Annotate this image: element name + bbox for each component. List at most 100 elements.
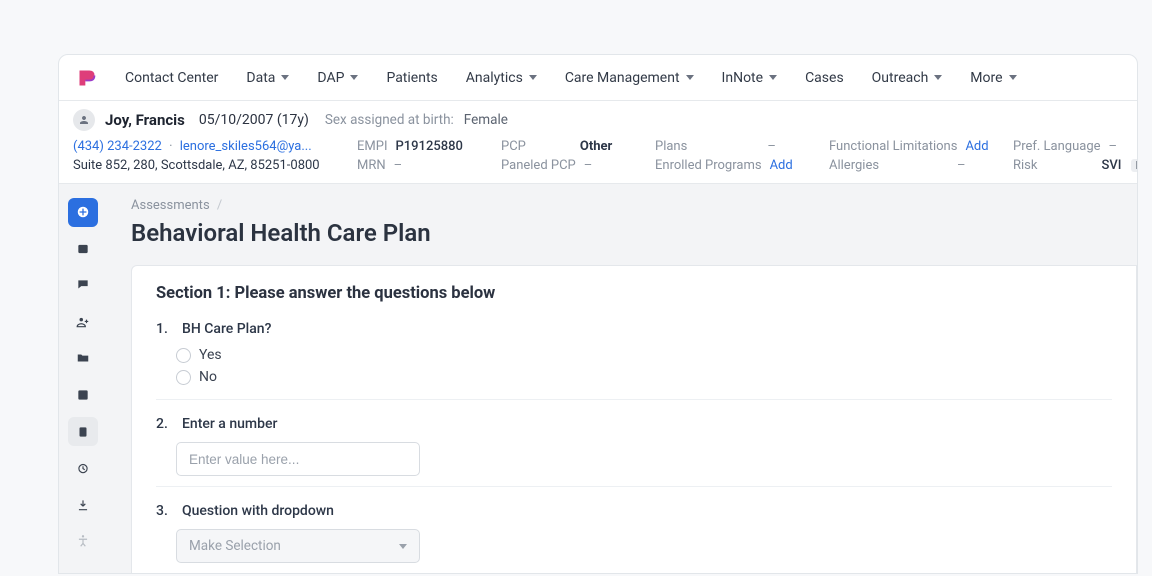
nav-outreach[interactable]: Outreach (872, 70, 943, 86)
risk-badge: H (1131, 159, 1138, 172)
sidebar-item-chat[interactable] (68, 271, 98, 300)
chevron-down-icon (1009, 75, 1017, 80)
section-title: Section 1: Please answer the questions b… (156, 284, 1112, 303)
nav-label: Care Management (565, 70, 680, 86)
form-card: Section 1: Please answer the questions b… (131, 265, 1137, 574)
chat-icon (76, 278, 90, 292)
enrolled-programs-label: Enrolled Programs (655, 158, 762, 173)
sidebar-item-building[interactable] (68, 563, 98, 574)
functional-limitations-add[interactable]: Add (965, 139, 988, 154)
empi-label: EMPI (357, 139, 387, 154)
question-number: 3. (156, 503, 172, 519)
person-add-icon (76, 315, 90, 329)
breadcrumb-separator: / (217, 198, 222, 213)
chevron-down-icon (529, 75, 537, 80)
plans-value: – (767, 139, 776, 154)
pcp-value: Other (580, 139, 612, 154)
nav-patients[interactable]: Patients (386, 70, 437, 86)
avatar (73, 109, 95, 131)
patient-header: Joy, Francis 05/10/2007 (17y) Sex assign… (59, 101, 1137, 137)
allergies-value: – (957, 158, 966, 173)
mrn-label: MRN (357, 158, 386, 173)
download-icon (76, 498, 90, 512)
sidebar-item-profile[interactable] (68, 235, 98, 264)
sidebar-item-alerts[interactable] (68, 454, 98, 483)
risk-value: SVI (1101, 158, 1121, 173)
number-input[interactable] (176, 442, 420, 476)
top-nav: Contact Center Data DAP Patients Analyti… (59, 55, 1137, 101)
pcp-label: PCP (501, 139, 526, 154)
sidebar-item-list[interactable] (68, 381, 98, 410)
body: Assessments / Behavioral Health Care Pla… (59, 184, 1137, 574)
empi-value: P19125880 (395, 139, 462, 154)
sidebar-item-accessibility[interactable] (68, 527, 98, 556)
left-sidebar (59, 184, 107, 574)
breadcrumb: Assessments / (131, 198, 1137, 213)
clock-icon (76, 461, 90, 475)
functional-limitations-label: Functional Limitations (829, 139, 957, 154)
nav-dap[interactable]: DAP (317, 70, 358, 86)
breadcrumb-root[interactable]: Assessments (131, 198, 210, 213)
plans-label: Plans (655, 139, 687, 154)
question-2: 2. Enter a number (156, 416, 1112, 476)
nav-care-management[interactable]: Care Management (565, 70, 694, 86)
dropdown-select[interactable]: Make Selection (176, 529, 420, 563)
nav-label: Contact Center (125, 70, 218, 86)
sidebar-item-team[interactable] (68, 308, 98, 337)
nav-cases[interactable]: Cases (805, 70, 844, 86)
sidebar-item-download[interactable] (68, 490, 98, 519)
radio-label: Yes (199, 347, 222, 363)
radio-icon (176, 370, 191, 385)
clipboard-icon (76, 425, 90, 439)
question-3: 3. Question with dropdown Make Selection (156, 503, 1112, 563)
chevron-down-icon (350, 75, 358, 80)
patient-sex-label: Sex assigned at birth: (325, 112, 454, 128)
paneled-pcp-value: – (584, 158, 593, 173)
nav-label: Cases (805, 70, 844, 86)
nav-label: InNote (722, 70, 764, 86)
main-content: Assessments / Behavioral Health Care Pla… (107, 184, 1137, 574)
patient-name: Joy, Francis (105, 111, 185, 129)
plus-circle-icon (76, 205, 90, 219)
allergies-label: Allergies (829, 158, 879, 173)
risk-label: Risk (1013, 158, 1037, 173)
radio-option-yes[interactable]: Yes (176, 347, 1112, 363)
app-window: Contact Center Data DAP Patients Analyti… (58, 54, 1138, 574)
patient-email[interactable]: lenore_skiles564@ya... (180, 139, 312, 154)
person-icon (78, 114, 90, 126)
sidebar-item-folder[interactable] (68, 344, 98, 373)
folder-icon (76, 351, 90, 365)
accessibility-icon (76, 534, 90, 548)
nav-label: Data (246, 70, 275, 86)
app-logo (77, 68, 97, 88)
paneled-pcp-label: Paneled PCP (501, 158, 576, 173)
patient-address: Suite 852, 280, Scottsdale, AZ, 85251-08… (73, 158, 333, 173)
radio-label: No (199, 369, 217, 385)
chevron-down-icon (281, 75, 289, 80)
nav-data[interactable]: Data (246, 70, 289, 86)
nav-label: Analytics (466, 70, 523, 86)
nav-more[interactable]: More (970, 70, 1016, 86)
question-1-options: Yes No (176, 347, 1112, 385)
nav-innote[interactable]: InNote (722, 70, 778, 86)
divider (156, 486, 1112, 487)
enrolled-programs-add[interactable]: Add (770, 158, 793, 173)
question-number: 1. (156, 321, 172, 337)
chevron-down-icon (769, 75, 777, 80)
nav-label: Outreach (872, 70, 929, 86)
patient-details: (434) 234-2322 · lenore_skiles564@ya... … (59, 137, 1137, 184)
pref-language-label: Pref. Language (1013, 139, 1101, 154)
separator: · (169, 139, 172, 154)
patient-phone[interactable]: (434) 234-2322 (73, 139, 162, 154)
list-check-icon (76, 388, 90, 402)
building-icon (76, 571, 90, 574)
id-card-icon (76, 242, 90, 256)
page-title: Behavioral Health Care Plan (131, 219, 1137, 247)
sidebar-add-button[interactable] (68, 198, 98, 227)
nav-label: DAP (317, 70, 344, 86)
sidebar-item-assessments[interactable] (68, 417, 98, 446)
nav-analytics[interactable]: Analytics (466, 70, 537, 86)
chevron-down-icon (399, 544, 407, 549)
radio-option-no[interactable]: No (176, 369, 1112, 385)
nav-contact-center[interactable]: Contact Center (125, 70, 218, 86)
